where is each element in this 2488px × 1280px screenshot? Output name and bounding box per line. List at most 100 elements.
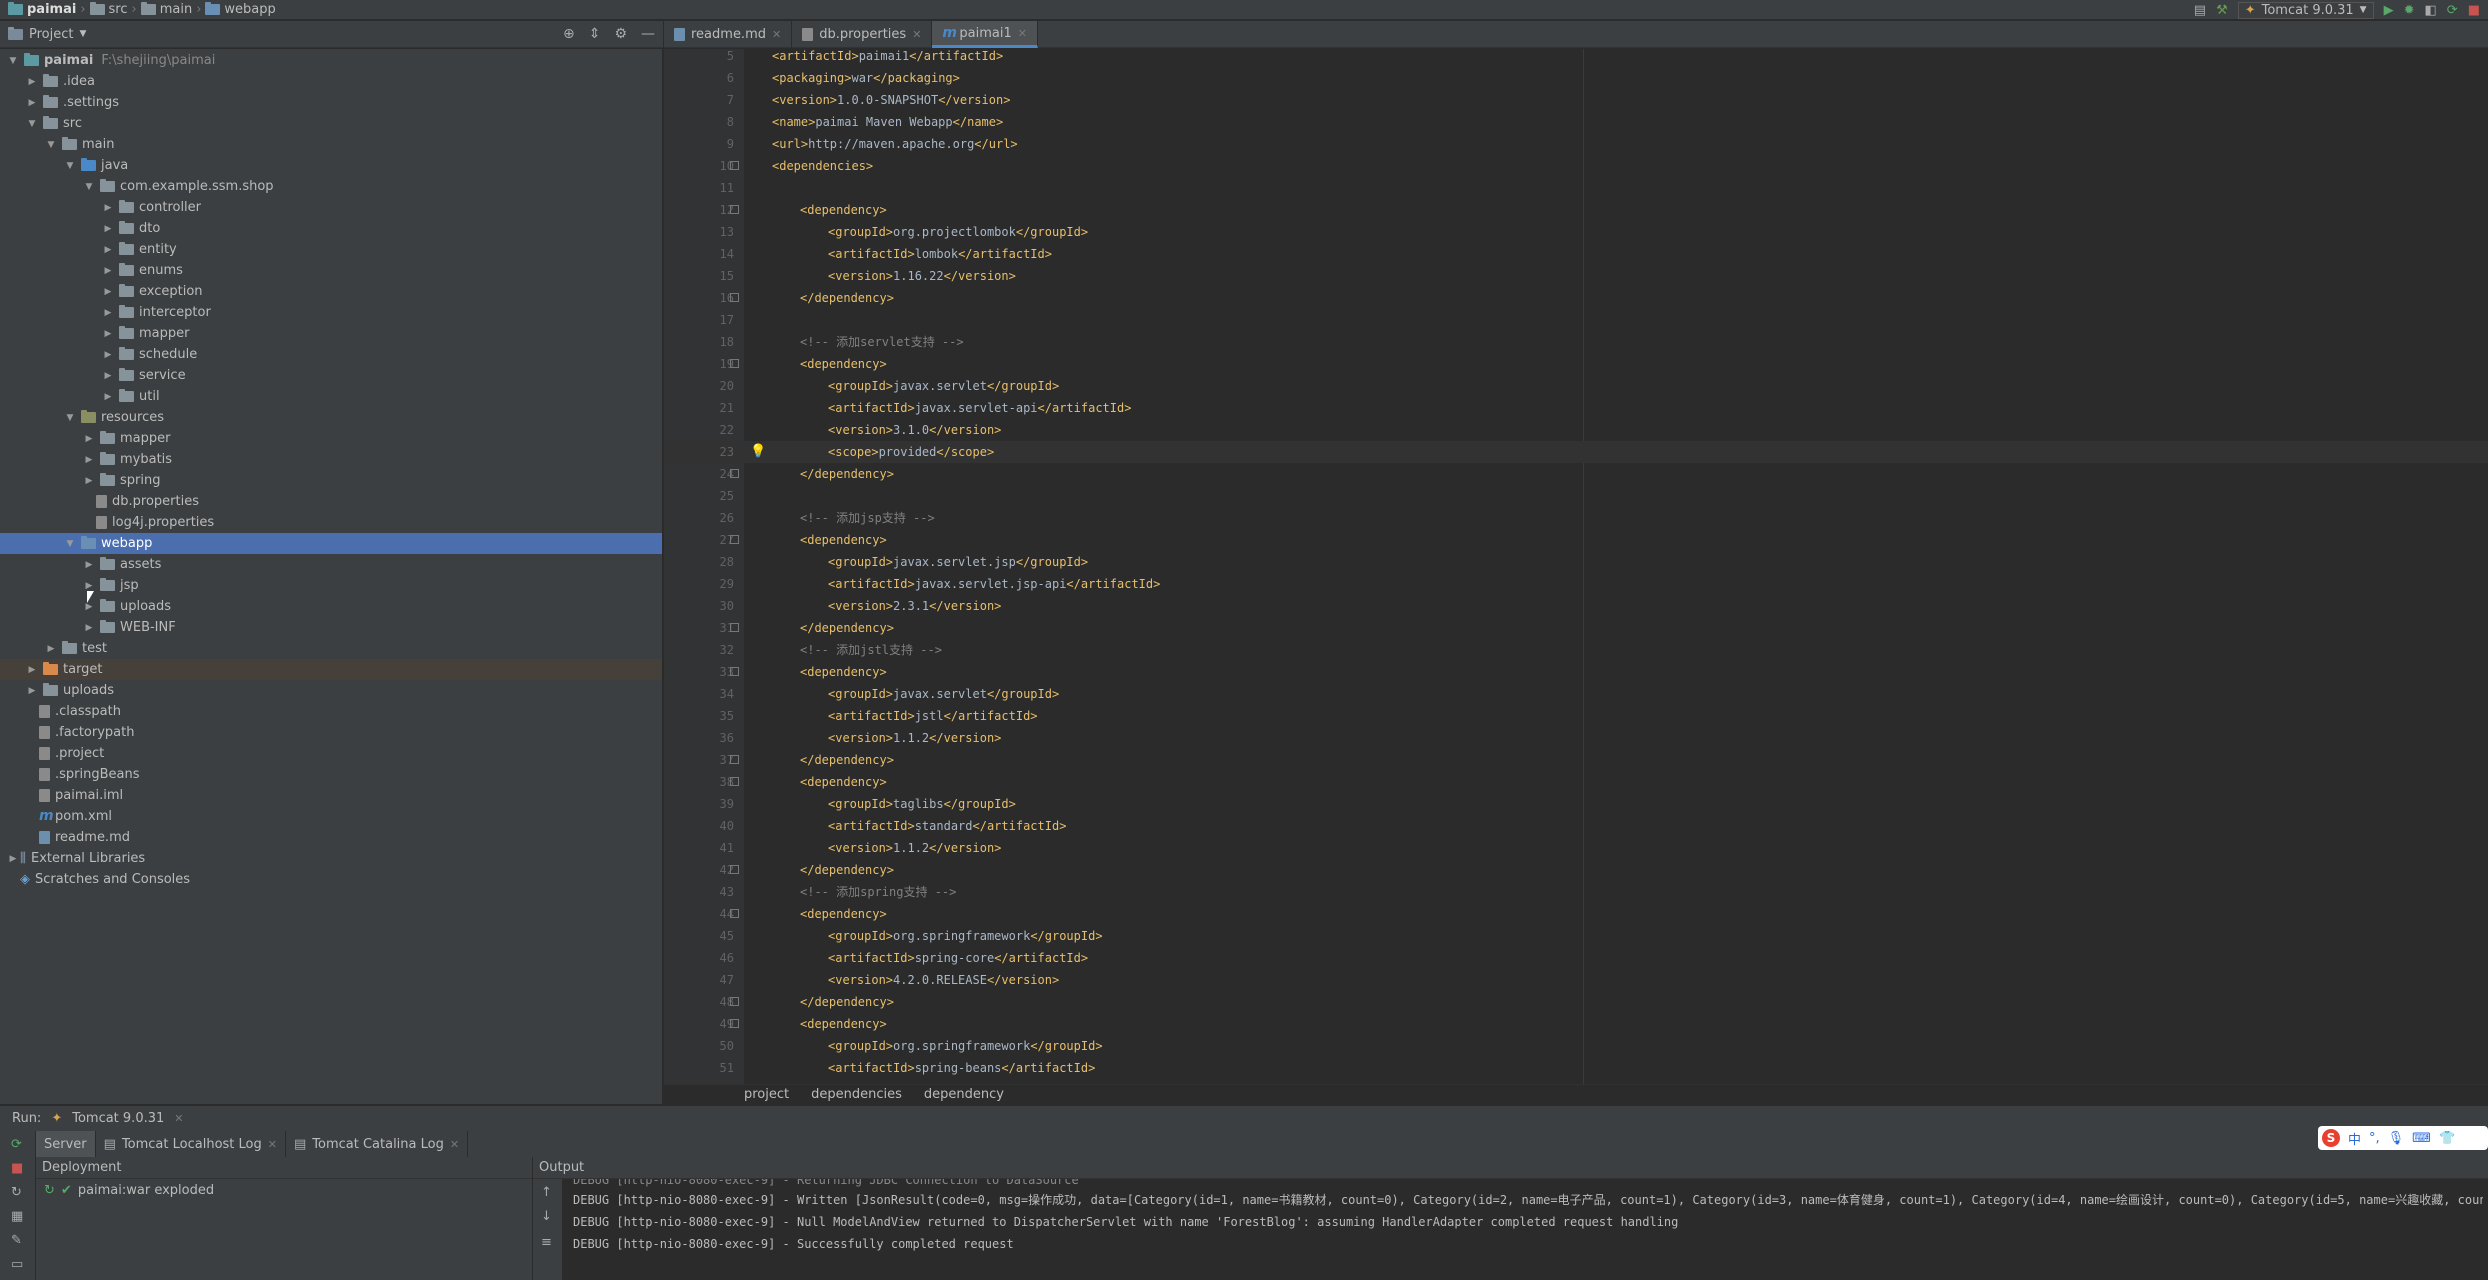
fold-marker-icon[interactable]	[730, 777, 739, 786]
tree-item-interceptor[interactable]: ▶ interceptor	[0, 302, 662, 323]
code-line[interactable]: 27 <dependency>	[664, 529, 2488, 551]
code-line[interactable]: 19 <dependency>	[664, 353, 2488, 375]
expand-right-icon[interactable]: ▶	[25, 686, 39, 696]
tree-item-readme-md[interactable]: readme.md	[0, 827, 662, 848]
stop-icon[interactable]: ■	[11, 1161, 23, 1176]
code-line[interactable]: 44 <dependency>	[664, 903, 2488, 925]
code-line[interactable]: 48 </dependency>	[664, 991, 2488, 1013]
code-line[interactable]: 7 <version>1.0.0-SNAPSHOT</version>	[664, 89, 2488, 111]
tree-item-classpath[interactable]: .classpath	[0, 701, 662, 722]
expand-right-icon[interactable]: ▶	[101, 329, 115, 339]
console-log[interactable]: DEBUG [http-nio-8080-exec-9] - Returning…	[573, 1179, 2483, 1280]
tree-item-test[interactable]: ▶ test	[0, 638, 662, 659]
crumb-dependencies[interactable]: dependencies	[811, 1087, 902, 1102]
deployment-item[interactable]: ↻ ✔ paimai:war exploded	[36, 1179, 532, 1201]
breadcrumb-webapp[interactable]: webapp	[224, 2, 275, 17]
fold-marker-icon[interactable]	[730, 161, 739, 170]
expand-right-icon[interactable]: ▶	[101, 287, 115, 297]
code-line[interactable]: 24 </dependency>	[664, 463, 2488, 485]
code-line[interactable]: 47 <version>4.2.0.RELEASE</version>	[664, 969, 2488, 991]
layout-icon[interactable]: ▦	[11, 1209, 23, 1224]
expand-right-icon[interactable]: ▶	[82, 434, 96, 444]
fold-marker-icon[interactable]	[730, 359, 739, 368]
breadcrumb-main[interactable]: main	[160, 2, 192, 17]
tree-item-schedule[interactable]: ▶ schedule	[0, 344, 662, 365]
expand-right-icon[interactable]: ▶	[101, 203, 115, 213]
minimize-icon[interactable]: —	[641, 26, 655, 42]
breadcrumb-src[interactable]: src	[109, 2, 128, 17]
gear-icon[interactable]: ⚙	[614, 26, 627, 42]
code-line[interactable]: 23 💡 <scope>provided</scope>	[664, 441, 2488, 463]
skin-icon[interactable]: 👕	[2439, 1131, 2455, 1146]
fold-marker-icon[interactable]	[730, 293, 739, 302]
expand-down-icon[interactable]: ▼	[6, 56, 20, 66]
stop-icon[interactable]: ■	[2468, 3, 2480, 18]
expand-down-icon[interactable]: ▼	[44, 140, 58, 150]
tree-item-controller[interactable]: ▶ controller	[0, 197, 662, 218]
tree-item-mapper[interactable]: ▶ mapper	[0, 428, 662, 449]
code-line[interactable]: 22 <version>3.1.0</version>	[664, 419, 2488, 441]
tab-tomcat-catalina-log[interactable]: ▤ Tomcat Catalina Log ✕	[286, 1131, 469, 1157]
expand-down-icon[interactable]: ▼	[25, 119, 39, 129]
code-line[interactable]: 21 <artifactId>javax.servlet-api</artifac…	[664, 397, 2488, 419]
expand-right-icon[interactable]: ▶	[25, 77, 39, 87]
tree-item-uploads[interactable]: ▶ uploads	[0, 680, 662, 701]
tree-item-service[interactable]: ▶ service	[0, 365, 662, 386]
expand-down-icon[interactable]: ▼	[63, 161, 77, 171]
close-icon[interactable]: ✕	[772, 28, 781, 41]
expand-down-icon[interactable]: ▼	[82, 182, 96, 192]
expand-right-icon[interactable]: ▶	[82, 560, 96, 570]
expand-right-icon[interactable]: ▶	[82, 602, 96, 612]
crumb-project[interactable]: project	[744, 1087, 789, 1102]
close-icon[interactable]: ✕	[268, 1138, 277, 1151]
chevron-down-icon[interactable]: ▼	[79, 29, 86, 39]
tree-item-log4j-properties[interactable]: log4j.properties	[0, 512, 662, 533]
code-line[interactable]: 35 <artifactId>jstl</artifactId>	[664, 705, 2488, 727]
ime-toolbar[interactable]: S 中 °, 🎙 ⌨ 👕	[2318, 1126, 2488, 1150]
expand-down-icon[interactable]: ▼	[63, 413, 77, 423]
tree-item-idea[interactable]: ▶ .idea	[0, 71, 662, 92]
code-line[interactable]: 38 <dependency>	[664, 771, 2488, 793]
code-editor[interactable]: 5 <artifactId>paimai1</artifactId> 6 <packa…	[664, 49, 2488, 1084]
code-line[interactable]: 31 </dependency>	[664, 617, 2488, 639]
code-line[interactable]: 34 <groupId>javax.servlet</groupId>	[664, 683, 2488, 705]
tree-item-java[interactable]: ▼ java	[0, 155, 662, 176]
keyboard-icon[interactable]: ⌨	[2412, 1131, 2431, 1146]
editor-tab[interactable]: m paimai1 ✕	[932, 21, 1038, 48]
tree-item-webapp[interactable]: ▼ webapp	[0, 533, 662, 554]
tree-item-project[interactable]: .project	[0, 743, 662, 764]
tree-item-uploads[interactable]: ▶ uploads	[0, 596, 662, 617]
tree-item-paimai-iml[interactable]: paimai.iml	[0, 785, 662, 806]
fold-marker-icon[interactable]	[730, 909, 739, 918]
tree-item-paimai[interactable]: ▼ paimai F:\shejiing\paimai	[0, 50, 662, 71]
project-panel-title[interactable]: Project	[29, 27, 73, 42]
fold-marker-icon[interactable]	[730, 205, 739, 214]
tree-item-dto[interactable]: ▶ dto	[0, 218, 662, 239]
locate-icon[interactable]: ⊕	[563, 26, 575, 42]
intention-bulb-icon[interactable]: 💡	[750, 441, 766, 463]
tree-item-pom-xml[interactable]: m pom.xml	[0, 806, 662, 827]
expand-down-icon[interactable]: ▼	[63, 539, 77, 549]
code-line[interactable]: 49 <dependency>	[664, 1013, 2488, 1035]
tree-item-mapper[interactable]: ▶ mapper	[0, 323, 662, 344]
code-line[interactable]: 40 <artifactId>standard</artifactId>	[664, 815, 2488, 837]
debug-icon[interactable]: ✹	[2404, 3, 2415, 18]
expand-right-icon[interactable]: ▶	[101, 308, 115, 318]
fold-marker-icon[interactable]	[730, 535, 739, 544]
code-line[interactable]: 41 <version>1.1.2</version>	[664, 837, 2488, 859]
code-line[interactable]: 36 <version>1.1.2</version>	[664, 727, 2488, 749]
close-icon[interactable]: ✕	[174, 1112, 183, 1125]
code-line[interactable]: 16 </dependency>	[664, 287, 2488, 309]
code-line[interactable]: 39 <groupId>taglibs</groupId>	[664, 793, 2488, 815]
fold-marker-icon[interactable]	[730, 1019, 739, 1028]
code-line[interactable]: 32 <!-- 添加jstl支持 -->	[664, 639, 2488, 661]
code-line[interactable]: 13 <groupId>org.projectlombok</groupId>	[664, 221, 2488, 243]
code-line[interactable]: 18 <!-- 添加servlet支持 -->	[664, 331, 2488, 353]
code-line[interactable]: 46 <artifactId>spring-core</artifactId>	[664, 947, 2488, 969]
code-line[interactable]: 26 <!-- 添加jsp支持 -->	[664, 507, 2488, 529]
editor-tab[interactable]: readme.md ✕	[664, 21, 793, 48]
tree-item-factorypath[interactable]: .factorypath	[0, 722, 662, 743]
tree-item-util[interactable]: ▶ util	[0, 386, 662, 407]
code-line[interactable]: 50 <groupId>org.springframework</groupId>	[664, 1035, 2488, 1057]
structure-icon[interactable]: ▤	[2194, 3, 2206, 18]
